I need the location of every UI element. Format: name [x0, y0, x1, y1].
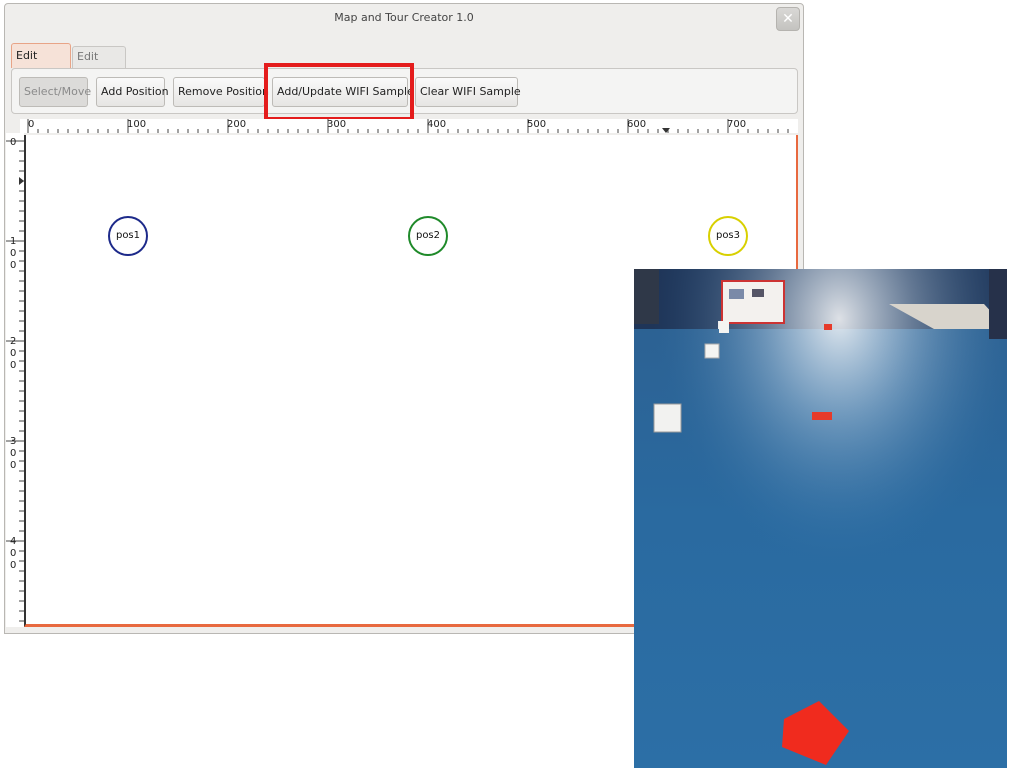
- ruler-label-700: 700: [727, 119, 747, 130]
- clear-wifi-sample-button[interactable]: Clear WIFI Sample: [415, 77, 521, 107]
- ruler-label-600: 600: [627, 119, 647, 130]
- ruler-label-500: 500: [527, 119, 547, 130]
- vruler-label-100: 100: [10, 236, 17, 271]
- close-icon: ✕: [782, 11, 794, 27]
- window-title: Map and Tour Creator 1.0: [334, 11, 474, 24]
- vruler-label-0: 0: [10, 137, 17, 148]
- add-position-button[interactable]: Add Position: [96, 77, 169, 107]
- ruler-label-0: 0: [28, 119, 35, 130]
- ruler-label-200: 200: [227, 119, 247, 130]
- close-button[interactable]: ✕: [776, 7, 800, 31]
- position-marker-pos3[interactable]: pos3: [708, 216, 748, 256]
- ruler-label-100: 100: [127, 119, 147, 130]
- horizontal-ruler: 0 100 200 300 400 500 600 700: [20, 119, 798, 133]
- vruler-label-300: 300: [10, 436, 17, 471]
- tab-edit-tour[interactable]: Edit Tour: [72, 46, 126, 83]
- floor-photo: [634, 269, 1007, 768]
- ruler-label-400: 400: [427, 119, 447, 130]
- select-move-button[interactable]: Select/Move: [19, 77, 91, 107]
- ruler-label-300: 300: [327, 119, 347, 130]
- add-update-wifi-sample-button[interactable]: Add/Update WIFI Sample: [272, 77, 414, 107]
- ruler-marker-icon: [662, 128, 670, 133]
- tab-edit-world[interactable]: Edit World: [11, 43, 71, 86]
- vruler-label-400: 400: [10, 536, 17, 571]
- floor-photo-image: [634, 269, 1007, 768]
- remove-position-button[interactable]: Remove Position: [173, 77, 269, 107]
- vruler-label-200: 200: [10, 336, 17, 371]
- window-titlebar[interactable]: Map and Tour Creator 1.0: [5, 4, 803, 34]
- position-marker-pos2[interactable]: pos2: [408, 216, 448, 256]
- toolbar: Select/Move Add Position Remove Position…: [11, 68, 798, 114]
- position-marker-pos1[interactable]: pos1: [108, 216, 148, 256]
- vertical-ruler: 0 100 200 300 400: [6, 133, 24, 627]
